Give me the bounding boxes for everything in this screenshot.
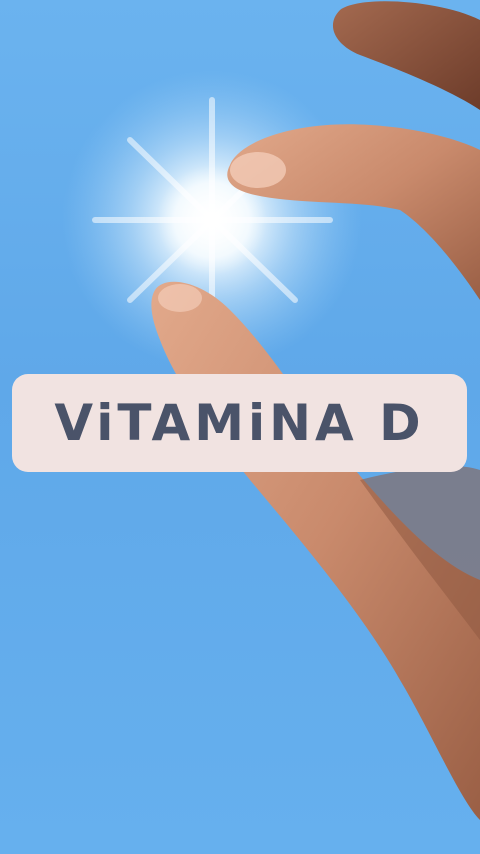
- title-banner: ViTAMiNA D: [12, 374, 467, 472]
- title-text: ViTAMiNA D: [54, 394, 425, 452]
- photo-scene: ViTAMiNA D: [0, 0, 480, 854]
